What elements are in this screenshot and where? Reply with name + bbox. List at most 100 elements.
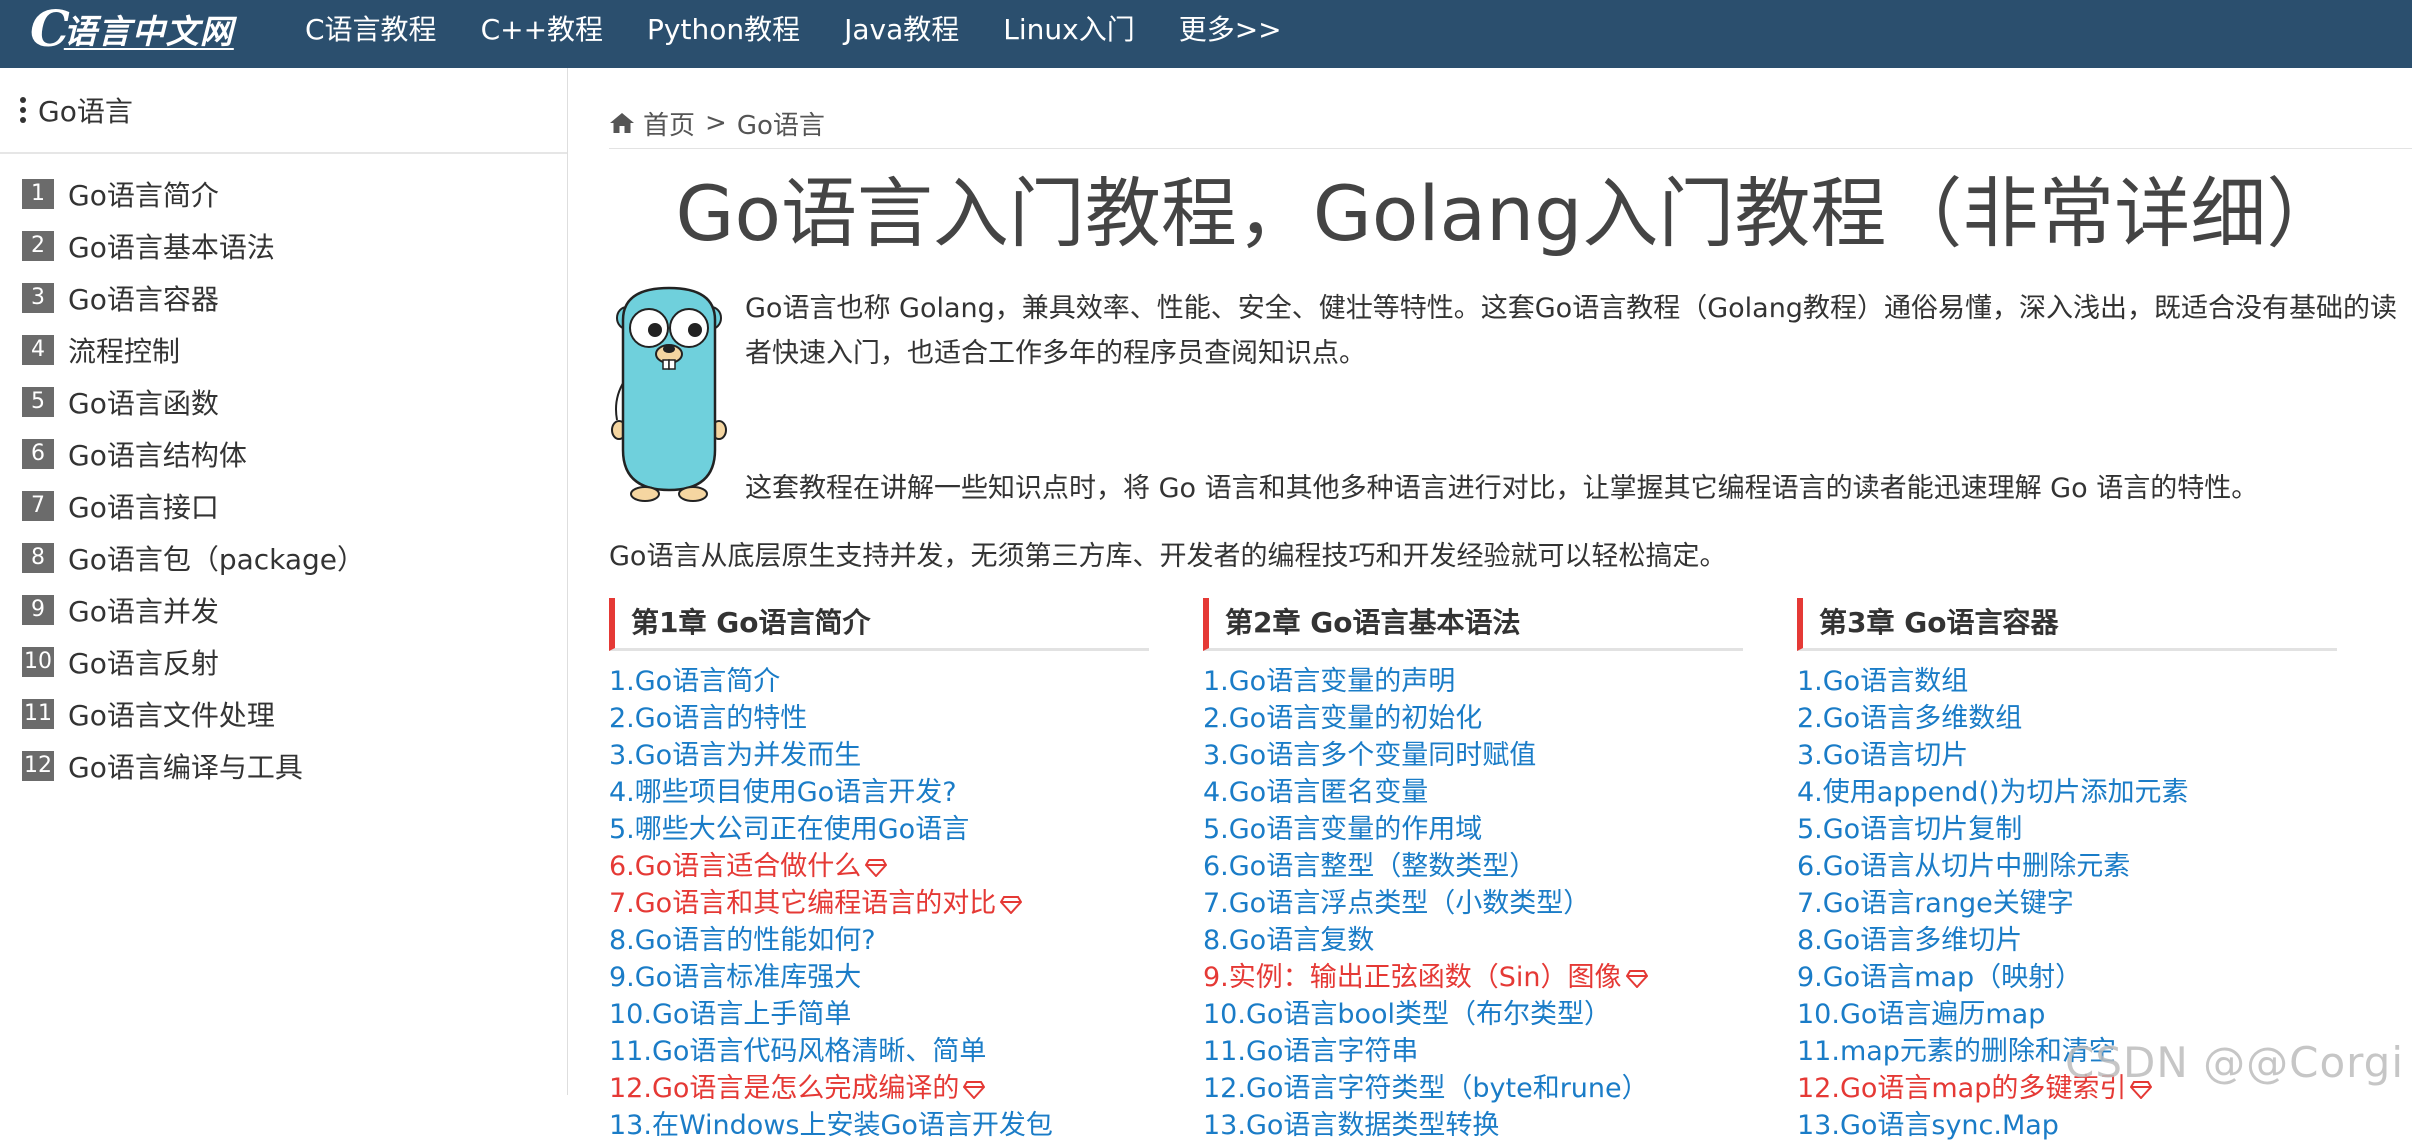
nav-python-tutorial[interactable]: Python教程: [647, 8, 800, 48]
gopher-mascot-icon: [611, 286, 727, 502]
nav-cpp-tutorial[interactable]: C++教程: [481, 8, 603, 48]
chapter-link-featured[interactable]: 7.Go语言和其它编程语言的对比: [609, 888, 996, 919]
sidebar-item-reflection[interactable]: 10 Go语言反射: [0, 636, 567, 688]
item-number-badge: 9: [22, 595, 54, 625]
chapter-link[interactable]: 5.Go语言切片复制: [1797, 814, 2022, 845]
chapter-link[interactable]: 7.Go语言range关键字: [1797, 888, 2074, 919]
sidebar-item-label: 流程控制: [68, 335, 181, 368]
list-item: 8.Go语言的性能如何?: [609, 922, 1149, 959]
sidebar-item-label: Go语言简介: [68, 179, 219, 212]
chapter-link[interactable]: 4.使用append()为切片添加元素: [1797, 777, 2189, 808]
chapter-link-featured[interactable]: 12.Go语言是怎么完成编译的: [609, 1073, 959, 1104]
sidebar-item-flow-control[interactable]: 4 流程控制: [0, 324, 567, 376]
list-item: 1.Go语言简介: [609, 663, 1149, 700]
list-item: 10.Go语言上手简单: [609, 996, 1149, 1033]
list-item: 1.Go语言数组: [1797, 663, 2337, 700]
nav-c-tutorial[interactable]: C语言教程: [305, 8, 437, 48]
list-item: 2.Go语言的特性: [609, 700, 1149, 737]
chapter-link[interactable]: 2.Go语言的特性: [609, 703, 807, 734]
sidebar-item-compile-tools[interactable]: 12 Go语言编译与工具: [0, 740, 567, 792]
chapter-link[interactable]: 13.Go语言数据类型转换: [1203, 1110, 1499, 1141]
list-item: 3.Go语言为并发而生: [609, 737, 1149, 774]
chapter-link[interactable]: 10.Go语言遍历map: [1797, 999, 2045, 1030]
list-item: 9.实例：输出正弦函数（Sin）图像: [1203, 959, 1743, 996]
csdn-watermark: CSDN @@Corgi: [2065, 1038, 2404, 1087]
chapter-link[interactable]: 1.Go语言数组: [1797, 666, 1968, 697]
list-item: 10.Go语言遍历map: [1797, 996, 2337, 1033]
sidebar-item-intro[interactable]: 1 Go语言简介: [0, 168, 567, 220]
chapter-link[interactable]: 6.Go语言从切片中删除元素: [1797, 851, 2130, 882]
breadcrumb-home-link[interactable]: 首页: [643, 105, 695, 142]
chapter-link[interactable]: 8.Go语言的性能如何?: [609, 925, 876, 956]
item-number-badge: 5: [22, 387, 54, 417]
item-number-badge: 3: [22, 283, 54, 313]
diamond-heart-icon: [1625, 969, 1648, 988]
list-item: 7.Go语言和其它编程语言的对比: [609, 885, 1149, 922]
intro-paragraph: 这套教程在讲解一些知识点时，将 Go 语言和其他多种语言进行对比，让掌握其它编程…: [745, 473, 2259, 504]
sidebar-item-containers[interactable]: 3 Go语言容器: [0, 272, 567, 324]
chapter-link[interactable]: 3.Go语言切片: [1797, 740, 1968, 771]
list-item: 2.Go语言变量的初始化: [1203, 700, 1743, 737]
chapter-link[interactable]: 2.Go语言多维数组: [1797, 703, 2022, 734]
chapter-link[interactable]: 9.Go语言map（映射）: [1797, 962, 2082, 993]
item-number-badge: 7: [22, 491, 54, 521]
home-icon[interactable]: [609, 111, 635, 135]
sidebar-item-packages[interactable]: 8 Go语言包（package）: [0, 532, 567, 584]
chapter-link[interactable]: 11.Go语言字符串: [1203, 1036, 1418, 1067]
chapter-link[interactable]: 1.Go语言变量的声明: [1203, 666, 1455, 697]
sidebar-item-label: Go语言反射: [68, 647, 219, 680]
chapter-link[interactable]: 6.Go语言整型（整数类型）: [1203, 851, 1536, 882]
chapter-link[interactable]: 8.Go语言复数: [1203, 925, 1374, 956]
chapter-link-featured[interactable]: 6.Go语言适合做什么: [609, 851, 861, 882]
list-item: 6.Go语言适合做什么: [609, 848, 1149, 885]
chapter-link[interactable]: 4.哪些项目使用Go语言开发?: [609, 777, 957, 808]
chapter-link[interactable]: 13.在Windows上安装Go语言开发包: [609, 1110, 1053, 1141]
chapter-link[interactable]: 4.Go语言匿名变量: [1203, 777, 1428, 808]
list-item: 5.哪些大公司正在使用Go语言: [609, 811, 1149, 848]
sidebar-item-structs[interactable]: 6 Go语言结构体: [0, 428, 567, 480]
chapter-link[interactable]: 11.Go语言代码风格清晰、简单: [609, 1036, 986, 1067]
chapter-link[interactable]: 1.Go语言简介: [609, 666, 780, 697]
logo-text: 语言中文网: [63, 12, 234, 51]
list-item: 10.Go语言bool类型（布尔类型）: [1203, 996, 1743, 1033]
sidebar-item-label: Go语言并发: [68, 595, 219, 628]
list-item: 6.Go语言从切片中删除元素: [1797, 848, 2337, 885]
chapter-link[interactable]: 5.哪些大公司正在使用Go语言: [609, 814, 969, 845]
chapter-link[interactable]: 13.Go语言sync.Map: [1797, 1110, 2059, 1141]
sidebar-item-label: Go语言结构体: [68, 439, 247, 472]
sidebar-item-interfaces[interactable]: 7 Go语言接口: [0, 480, 567, 532]
list-item: 9.Go语言标准库强大: [609, 959, 1149, 996]
chapter-link[interactable]: 3.Go语言多个变量同时赋值: [1203, 740, 1536, 771]
intro-paragraph: Go语言从底层原生支持并发，无须第三方库、开发者的编程技巧和开发经验就可以轻松搞…: [609, 541, 1727, 572]
chapter-link[interactable]: 10.Go语言上手简单: [609, 999, 851, 1030]
sidebar-list: 1 Go语言简介 2 Go语言基本语法 3 Go语言容器 4 流程控制 5 Go语言函数 …: [0, 154, 567, 792]
list-item: 12.Go语言字符类型（byte和rune）: [1203, 1070, 1743, 1107]
nav-more[interactable]: 更多>>: [1179, 8, 1282, 48]
site-logo[interactable]: C 语言中文网: [30, 2, 234, 56]
sidebar-item-file-handling[interactable]: 11 Go语言文件处理: [0, 688, 567, 740]
chapter-link-featured[interactable]: 9.实例：输出正弦函数（Sin）图像: [1203, 962, 1622, 993]
chapter-link[interactable]: 9.Go语言标准库强大: [609, 962, 861, 993]
item-number-badge: 2: [22, 231, 54, 261]
nav-linux-intro[interactable]: Linux入门: [1003, 8, 1134, 48]
breadcrumb-current: Go语言: [736, 110, 825, 141]
sidebar-item-concurrency[interactable]: 9 Go语言并发: [0, 584, 567, 636]
item-number-badge: 11: [22, 699, 54, 729]
chapter-link[interactable]: 10.Go语言bool类型（布尔类型）: [1203, 999, 1611, 1030]
sidebar-item-basic-syntax[interactable]: 2 Go语言基本语法: [0, 220, 567, 272]
chapter-link[interactable]: 3.Go语言为并发而生: [609, 740, 861, 771]
nav-java-tutorial[interactable]: Java教程: [844, 8, 959, 48]
item-number-badge: 6: [22, 439, 54, 469]
list-item: 5.Go语言切片复制: [1797, 811, 2337, 848]
chapter-link[interactable]: 2.Go语言变量的初始化: [1203, 703, 1482, 734]
sidebar-title: Go语言: [38, 95, 133, 128]
chapter-link[interactable]: 5.Go语言变量的作用域: [1203, 814, 1482, 845]
intro-paragraph: Go语言也称 Golang，兼具效率、性能、安全、健壮等特性。这套Go语言教程（…: [745, 293, 2397, 369]
list-item: 7.Go语言浮点类型（小数类型）: [1203, 885, 1743, 922]
chapter-link[interactable]: 12.Go语言字符类型（byte和rune）: [1203, 1073, 1649, 1104]
sidebar-item-functions[interactable]: 5 Go语言函数: [0, 376, 567, 428]
item-number-badge: 12: [22, 751, 54, 781]
chapter-link[interactable]: 8.Go语言多维切片: [1797, 925, 2022, 956]
chapter-link[interactable]: 7.Go语言浮点类型（小数类型）: [1203, 888, 1590, 919]
list-item: 7.Go语言range关键字: [1797, 885, 2337, 922]
